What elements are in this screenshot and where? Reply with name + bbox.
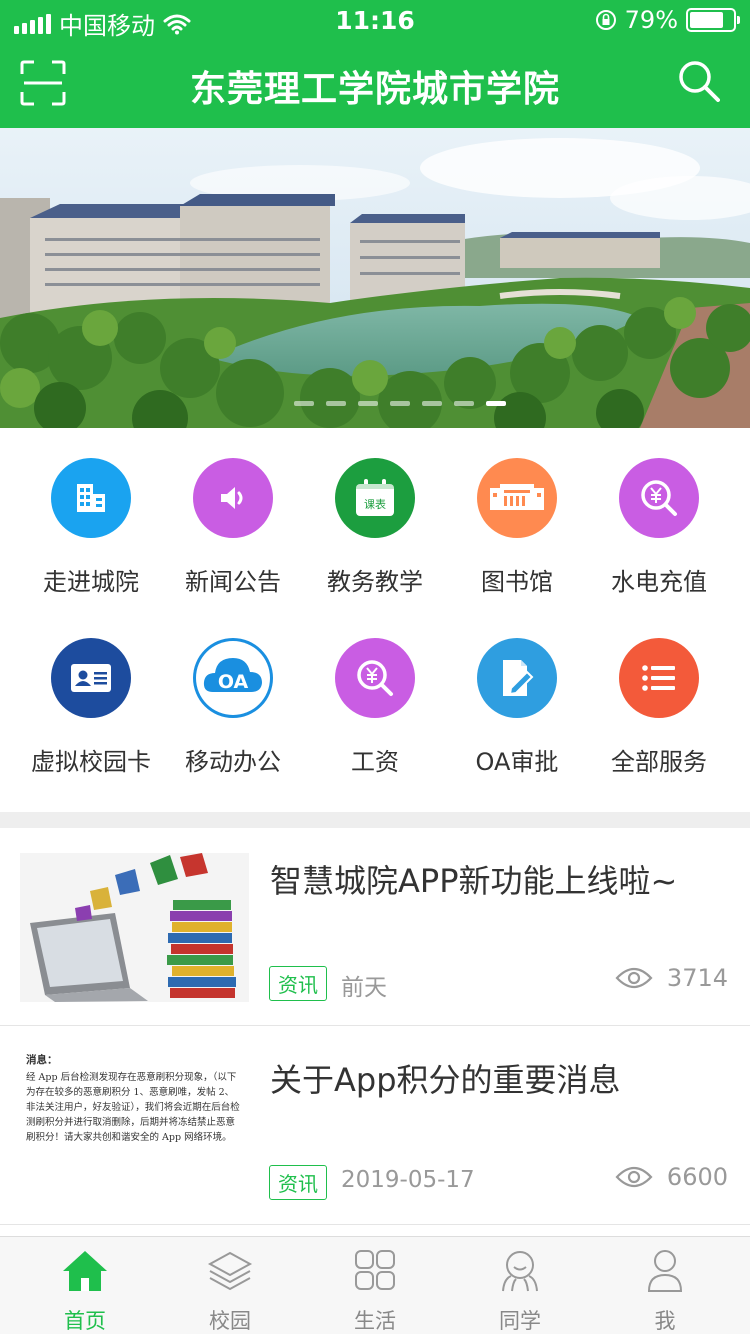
yen-search-icon: [335, 638, 415, 718]
rotation-lock-icon: [595, 10, 616, 30]
eye-icon: [615, 967, 653, 989]
yen-search-icon: [619, 458, 699, 538]
tab-campus[interactable]: 校园: [155, 1247, 305, 1334]
tab-label: 同学: [499, 1309, 541, 1333]
battery-percent: 79%: [624, 6, 678, 34]
carousel-dot[interactable]: [294, 401, 314, 406]
service-item-news[interactable]: 新闻公告: [158, 458, 308, 597]
news-title: 智慧城院APP新功能上线啦~: [270, 862, 678, 900]
list-icon: [619, 638, 699, 718]
tab-classmates[interactable]: 同学: [445, 1247, 595, 1334]
news-date: 2019-05-17: [341, 1167, 475, 1193]
view-count-value: 3714: [666, 964, 728, 992]
service-item-utility-recharge[interactable]: 水电充值: [584, 458, 734, 597]
service-item-oa-approval[interactable]: OA审批: [442, 638, 592, 777]
service-label: 新闻公告: [185, 568, 281, 596]
tab-label: 首页: [64, 1309, 106, 1333]
news-item[interactable]: 消息： 经 App 后台检测发现存在恶意刷积分现象，（以下为存在较多的恶意刷积分…: [0, 1027, 750, 1225]
service-label: 工资: [351, 748, 399, 776]
building-icon: [51, 458, 131, 538]
news-date: 前天: [341, 975, 387, 1001]
service-item-campus-card[interactable]: 虚拟校园卡: [16, 638, 166, 777]
home-icon: [63, 1251, 107, 1291]
speaker-icon: [193, 458, 273, 538]
tab-label: 校园: [209, 1309, 251, 1333]
carousel-dot[interactable]: [486, 401, 506, 406]
oa-cloud-icon: OA: [193, 638, 273, 718]
category-tag: 资讯: [269, 966, 327, 1001]
carousel-dot[interactable]: [326, 401, 346, 406]
notice-heading: 消息：: [26, 1054, 58, 1066]
page-title: 东莞理工学院城市学院: [189, 69, 560, 110]
service-label: OA审批: [475, 748, 559, 776]
section-divider: [0, 812, 750, 828]
service-item-library[interactable]: 图书馆: [442, 458, 592, 597]
carousel-indicator[interactable]: [0, 401, 750, 406]
notice-body: 经 App 后台检测发现存在恶意刷积分现象，（以下为存在较多的恶意刷积分 1、恶…: [26, 1072, 240, 1143]
carousel-dot[interactable]: [358, 401, 378, 406]
service-label: 全部服务: [611, 748, 707, 776]
notice-text-image: 消息： 经 App 后台检测发现存在恶意刷积分现象，（以下为存在较多的恶意刷积分…: [20, 1049, 249, 1198]
tab-label: 我: [654, 1309, 676, 1333]
battery-fill: [690, 12, 724, 28]
view-count: 6600: [615, 1163, 728, 1191]
carousel-dot[interactable]: [454, 401, 474, 406]
campus-photo: [0, 128, 750, 428]
service-item-academic[interactable]: 课表 教务教学: [300, 458, 450, 597]
tab-me[interactable]: 我: [590, 1247, 740, 1334]
service-item-all-services[interactable]: 全部服务: [584, 638, 734, 777]
eye-icon: [615, 1166, 653, 1188]
service-label: 水电充值: [611, 568, 707, 596]
tab-life[interactable]: 生活: [300, 1247, 450, 1334]
status-right: 79%: [595, 6, 740, 34]
classmates-icon: [502, 1251, 538, 1292]
battery-icon: [686, 8, 740, 32]
service-grid: 走进城院 新闻公告 课表 教务教学 图书馆 水电充值 虚拟校园卡 OA 移动办公…: [0, 428, 750, 812]
tab-home[interactable]: 首页: [10, 1247, 160, 1334]
books-laptop-image: [20, 853, 249, 1002]
library-icon: [477, 458, 557, 538]
layers-icon: [207, 1251, 253, 1291]
approval-pen-icon: [477, 638, 557, 718]
service-label: 图书馆: [481, 568, 553, 596]
service-label: 虚拟校园卡: [31, 748, 151, 776]
carousel-dot[interactable]: [390, 401, 410, 406]
service-item-salary[interactable]: 工资: [300, 638, 450, 777]
category-tag: 资讯: [269, 1165, 327, 1200]
banner-carousel[interactable]: [0, 128, 750, 428]
status-bar: 中国移动 11:16 79%: [0, 0, 750, 40]
calendar-icon: 课表: [335, 458, 415, 538]
news-title: 关于App积分的重要消息: [270, 1061, 621, 1099]
service-label: 教务教学: [327, 568, 423, 596]
service-label: 移动办公: [185, 748, 281, 776]
person-icon: [647, 1250, 683, 1292]
news-item[interactable]: 智慧城院APP新功能上线啦~ 资讯 前天 3714: [0, 828, 750, 1026]
service-label: 走进城院: [43, 568, 139, 596]
svg-text:课表: 课表: [364, 497, 386, 511]
bottom-tab-bar: 首页 校园 生活 同学 我: [0, 1236, 750, 1334]
svg-text:OA: OA: [218, 671, 249, 693]
grid-icon: [355, 1250, 395, 1290]
service-item-campus-intro[interactable]: 走进城院: [16, 458, 166, 597]
tab-label: 生活: [354, 1309, 396, 1333]
search-icon[interactable]: [678, 60, 720, 102]
carousel-dot[interactable]: [422, 401, 442, 406]
notice-text: 消息： 经 App 后台检测发现存在恶意刷积分现象，（以下为存在较多的恶意刷积分…: [20, 1049, 249, 1149]
service-item-mobile-office[interactable]: OA 移动办公: [158, 638, 308, 777]
id-card-icon: [51, 638, 131, 718]
app-header: 中国移动 11:16 79% 东莞理工学院城市学院: [0, 0, 750, 128]
view-count: 3714: [615, 964, 728, 992]
view-count-value: 6600: [666, 1163, 728, 1191]
